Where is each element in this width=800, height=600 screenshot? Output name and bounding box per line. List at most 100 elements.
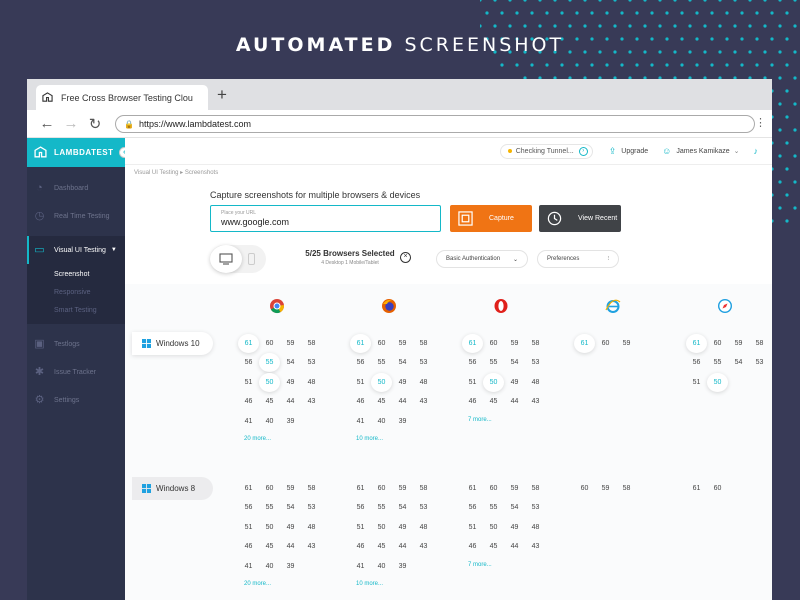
version-option[interactable]: 58 (525, 479, 546, 498)
version-option[interactable]: 48 (413, 518, 434, 537)
version-option[interactable]: 56 (350, 353, 371, 372)
version-option[interactable]: 39 (392, 557, 413, 576)
version-option[interactable]: 44 (504, 392, 525, 411)
version-option[interactable]: 54 (504, 498, 525, 517)
version-option[interactable]: 51 (238, 518, 259, 537)
version-option[interactable]: 61 (686, 479, 707, 498)
version-option[interactable]: 61 (574, 334, 595, 353)
version-option[interactable]: 44 (392, 392, 413, 411)
back-arrow-icon[interactable]: ← (35, 115, 59, 132)
version-option[interactable]: 61 (238, 334, 259, 353)
version-option[interactable]: 55 (371, 353, 392, 372)
user-menu[interactable]: ☺ James Kamikaze ⌄ (662, 146, 739, 156)
version-option[interactable]: 54 (728, 353, 749, 372)
version-option[interactable]: 49 (504, 373, 525, 392)
version-option[interactable]: 58 (301, 479, 322, 498)
version-option[interactable]: 58 (301, 334, 322, 353)
more-versions-link[interactable]: 10 more... (356, 436, 383, 442)
version-option[interactable]: 60 (595, 334, 616, 353)
version-option[interactable]: 59 (616, 334, 637, 353)
more-versions-link[interactable]: 10 more... (356, 581, 383, 587)
device-type-toggle[interactable] (210, 245, 266, 273)
menu-kebab-icon[interactable]: ⋮ (755, 116, 766, 129)
version-option[interactable]: 49 (392, 518, 413, 537)
capture-button[interactable]: Capture (450, 205, 532, 232)
version-option[interactable]: 49 (392, 373, 413, 392)
version-option[interactable]: 48 (301, 518, 322, 537)
version-option[interactable]: 60 (259, 479, 280, 498)
version-option[interactable]: 55 (707, 353, 728, 372)
version-option[interactable]: 40 (371, 557, 392, 576)
version-option[interactable]: 55 (483, 498, 504, 517)
version-option[interactable]: 45 (483, 392, 504, 411)
version-option[interactable]: 59 (280, 479, 301, 498)
version-option[interactable]: 41 (238, 557, 259, 576)
version-option[interactable]: 39 (280, 412, 301, 431)
screenshot-url-input[interactable]: Place your URL www.google.com (210, 205, 441, 232)
version-option[interactable]: 46 (350, 392, 371, 411)
version-option[interactable]: 54 (280, 498, 301, 517)
subnav-item-screenshot[interactable]: Screenshot (27, 266, 125, 284)
version-option[interactable]: 58 (616, 479, 637, 498)
version-option[interactable]: 54 (392, 498, 413, 517)
os-tab-windows-8[interactable]: Windows 8 (132, 477, 213, 500)
version-option[interactable]: 43 (525, 537, 546, 556)
version-option[interactable]: 60 (574, 479, 595, 498)
version-option[interactable]: 40 (371, 412, 392, 431)
basic-authentication-dropdown[interactable]: Basic Authentication ⌄ (436, 250, 528, 268)
version-option[interactable]: 48 (413, 373, 434, 392)
version-option[interactable]: 59 (504, 479, 525, 498)
version-option[interactable]: 44 (392, 537, 413, 556)
version-option[interactable]: 44 (504, 537, 525, 556)
version-option[interactable]: 53 (749, 353, 770, 372)
forward-arrow-icon[interactable]: → (59, 115, 83, 132)
version-option[interactable]: 48 (525, 373, 546, 392)
version-option[interactable]: 61 (350, 479, 371, 498)
version-option[interactable]: 61 (350, 334, 371, 353)
version-option[interactable]: 45 (259, 392, 280, 411)
preferences-button[interactable]: Preferences ⫶ (537, 250, 619, 268)
sidebar-item-visual-ui-testing[interactable]: ▭ Visual UI Testing ▼ (27, 236, 125, 264)
version-option[interactable]: 51 (350, 518, 371, 537)
version-option[interactable]: 53 (301, 498, 322, 517)
version-option[interactable]: 53 (525, 498, 546, 517)
version-option[interactable]: 59 (280, 334, 301, 353)
more-versions-link[interactable]: 20 more... (244, 436, 271, 442)
version-option[interactable]: 51 (462, 518, 483, 537)
clear-selection-icon[interactable]: × (400, 252, 411, 263)
version-option[interactable]: 45 (483, 537, 504, 556)
version-option[interactable]: 60 (371, 479, 392, 498)
sidebar-item-issue-tracker[interactable]: ✱ Issue Tracker (27, 358, 125, 386)
upgrade-link[interactable]: ⇪ Upgrade (609, 146, 648, 157)
version-option[interactable]: 49 (280, 518, 301, 537)
version-option[interactable]: 39 (280, 557, 301, 576)
version-option[interactable]: 61 (462, 479, 483, 498)
version-option[interactable]: 44 (280, 392, 301, 411)
version-option[interactable]: 58 (525, 334, 546, 353)
version-option[interactable]: 53 (413, 353, 434, 372)
version-option[interactable]: 46 (238, 537, 259, 556)
safari-icon[interactable] (717, 298, 733, 314)
version-option[interactable]: 41 (238, 412, 259, 431)
version-option[interactable]: 53 (301, 353, 322, 372)
version-option[interactable]: 50 (371, 372, 392, 392)
version-option[interactable]: 50 (371, 518, 392, 537)
version-option[interactable]: 48 (525, 518, 546, 537)
version-option[interactable]: 60 (371, 334, 392, 353)
version-option[interactable]: 61 (686, 334, 707, 353)
bell-icon[interactable]: ♪ (754, 146, 759, 156)
tunnel-status[interactable]: Checking Tunnel... › (499, 143, 593, 159)
more-versions-link[interactable]: 20 more... (244, 581, 271, 587)
version-option[interactable]: 58 (413, 334, 434, 353)
version-option[interactable]: 55 (483, 353, 504, 372)
version-option[interactable]: 60 (259, 334, 280, 353)
version-option[interactable]: 43 (413, 537, 434, 556)
version-option[interactable]: 50 (707, 372, 728, 392)
version-option[interactable]: 60 (483, 334, 504, 353)
version-option[interactable]: 46 (238, 392, 259, 411)
version-option[interactable]: 48 (301, 373, 322, 392)
version-option[interactable]: 58 (749, 334, 770, 353)
version-option[interactable]: 58 (413, 479, 434, 498)
version-option[interactable]: 60 (707, 479, 728, 498)
version-option[interactable]: 50 (259, 518, 280, 537)
